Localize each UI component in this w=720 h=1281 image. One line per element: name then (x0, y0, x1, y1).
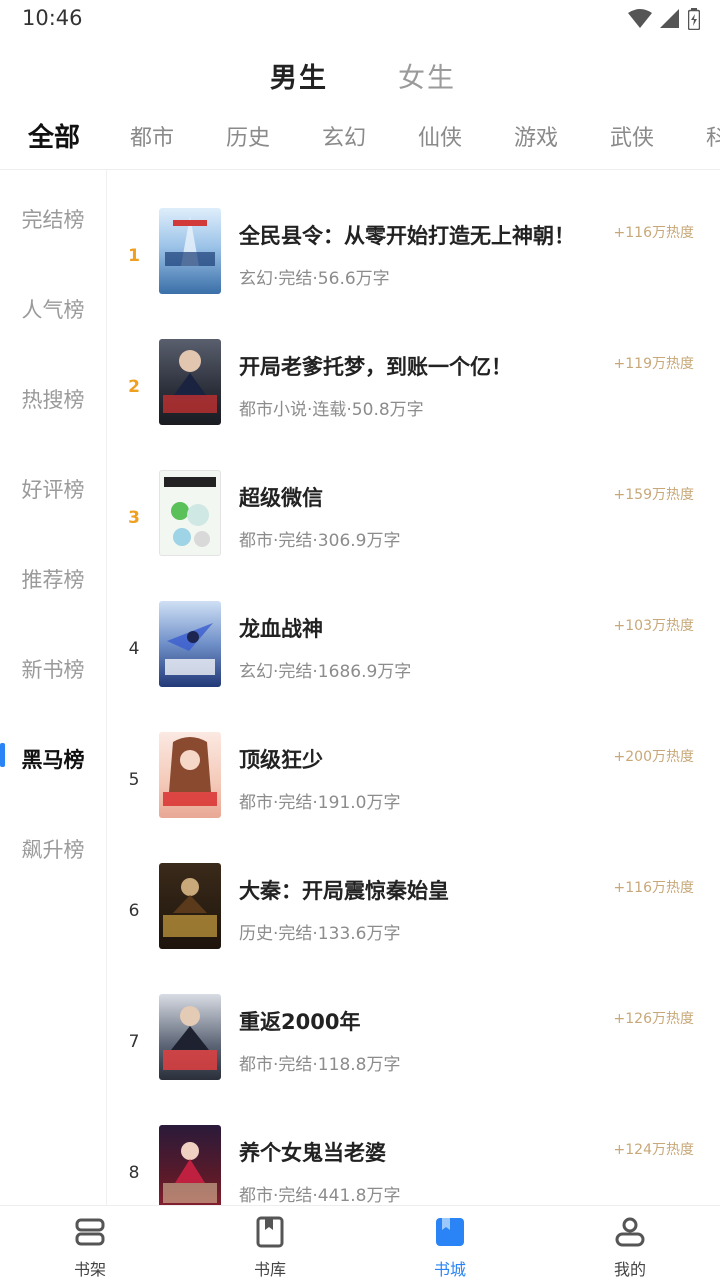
book-row[interactable]: 7 重返2000年 都市·完结·118.8万字 +126万热度 (107, 994, 720, 1125)
library-icon (256, 1216, 284, 1248)
sidebar-item-top-rated[interactable]: 好评榜 (0, 474, 106, 504)
book-meta: 历史·完结·133.6万字 (239, 924, 401, 944)
status-icons (628, 8, 700, 30)
heat-badge: +159万热度 (613, 487, 694, 503)
heat-badge: +124万热度 (613, 1142, 694, 1158)
category-tab-all[interactable]: 全部 (28, 117, 80, 154)
book-row[interactable]: 6 大秦：开局震惊秦始皇 历史·完结·133.6万字 +116万热度 (107, 863, 720, 994)
nav-label: 书架 (73, 1260, 106, 1279)
book-cover[interactable] (159, 470, 221, 556)
rank-number: 8 (128, 1163, 140, 1183)
category-tab-wuxia[interactable]: 武侠 (610, 120, 654, 152)
category-tab-urban[interactable]: 都市 (130, 120, 174, 152)
category-tabs: 全部 都市 历史 玄幻 仙侠 游戏 武侠 科 (0, 116, 720, 160)
book-meta: 玄幻·完结·1686.9万字 (239, 662, 412, 682)
book-title[interactable]: 重返2000年 (239, 1006, 360, 1036)
nav-label: 书库 (253, 1260, 286, 1279)
rank-number: 4 (128, 639, 140, 659)
book-cover[interactable] (159, 1125, 221, 1205)
book-row[interactable]: 3 超级微信 都市·完结·306.9万字 +159万热度 (107, 470, 720, 601)
status-bar: 10:46 (0, 0, 720, 36)
book-title[interactable]: 龙血战神 (239, 613, 323, 643)
book-title[interactable]: 开局老爹托梦，到账一个亿！ (239, 351, 512, 381)
sidebar-item-completed[interactable]: 完结榜 (0, 204, 106, 234)
rank-number: 1 (128, 246, 140, 266)
book-meta: 玄幻·完结·56.6万字 (239, 269, 390, 289)
rank-number: 3 (128, 508, 140, 528)
sidebar-item-rising[interactable]: 飙升榜 (0, 834, 106, 864)
sidebar-item-dark-horse[interactable]: 黑马榜 (0, 744, 106, 774)
book-row[interactable]: 4 龙血战神 玄幻·完结·1686.9万字 +103万热度 (107, 601, 720, 732)
book-cover[interactable] (159, 863, 221, 949)
book-meta: 都市·完结·191.0万字 (239, 793, 401, 813)
nav-item-bookstore[interactable]: 书城 (360, 1206, 540, 1281)
heat-badge: +126万热度 (613, 1011, 694, 1027)
book-row[interactable]: 8 养个女鬼当老婆 都市·完结·441.8万字 +124万热度 (107, 1125, 720, 1205)
category-tab-history[interactable]: 历史 (226, 120, 270, 152)
battery-icon (688, 8, 700, 30)
wifi-icon (628, 9, 652, 28)
book-meta: 都市·完结·306.9万字 (239, 531, 401, 551)
sidebar-item-popular[interactable]: 人气榜 (0, 294, 106, 324)
nav-label: 书城 (433, 1260, 466, 1279)
rank-number: 5 (128, 770, 140, 790)
ranking-sidebar: 完结榜 人气榜 热搜榜 好评榜 推荐榜 新书榜 黑马榜 飙升榜 (0, 170, 106, 1205)
book-cover[interactable] (159, 339, 221, 425)
nav-item-bookshelf[interactable]: 书架 (0, 1206, 180, 1281)
category-tab-game[interactable]: 游戏 (514, 120, 558, 152)
sidebar-item-recommended[interactable]: 推荐榜 (0, 564, 106, 594)
rank-number: 2 (128, 377, 140, 397)
book-row[interactable]: 5 顶级狂少 都市·完结·191.0万字 +200万热度 (107, 732, 720, 863)
book-cover[interactable] (159, 208, 221, 294)
book-title[interactable]: 顶级狂少 (239, 744, 323, 774)
book-meta: 都市·完结·118.8万字 (239, 1055, 401, 1075)
category-tab-fantasy[interactable]: 玄幻 (322, 120, 366, 152)
nav-label: 我的 (613, 1260, 646, 1279)
category-tab-xianxia[interactable]: 仙侠 (418, 120, 462, 152)
bottom-nav: 书架 书库 书城 我的 (0, 1205, 720, 1281)
book-row[interactable]: 2 开局老爹托梦，到账一个亿！ 都市小说·连载·50.8万字 +119万热度 (107, 339, 720, 470)
book-cover[interactable] (159, 732, 221, 818)
rank-number: 7 (128, 1032, 140, 1052)
book-meta: 都市小说·连载·50.8万字 (239, 400, 424, 420)
tab-male[interactable]: 男生 (270, 56, 328, 95)
heat-badge: +116万热度 (613, 225, 694, 241)
book-title[interactable]: 大秦：开局震惊秦始皇 (239, 875, 449, 905)
book-cover[interactable] (159, 994, 221, 1080)
heat-badge: +116万热度 (613, 880, 694, 896)
nav-item-profile[interactable]: 我的 (540, 1206, 720, 1281)
book-cover[interactable] (159, 601, 221, 687)
status-time: 10:46 (22, 6, 83, 30)
heat-badge: +103万热度 (613, 618, 694, 634)
sidebar-item-new-books[interactable]: 新书榜 (0, 654, 106, 684)
profile-icon (615, 1217, 645, 1247)
category-tab-scifi[interactable]: 科 (706, 120, 720, 152)
book-list: 1 全民县令：从零开始打造无上神朝！ 玄幻·完结·56.6万字 +116万热度 … (107, 170, 720, 1205)
tab-female[interactable]: 女生 (398, 56, 456, 95)
gender-tabs: 男生 女生 (0, 56, 720, 100)
book-row[interactable]: 1 全民县令：从零开始打造无上神朝！ 玄幻·完结·56.6万字 +116万热度 (107, 208, 720, 339)
book-title[interactable]: 超级微信 (239, 482, 323, 512)
book-title[interactable]: 养个女鬼当老婆 (239, 1137, 386, 1167)
book-title[interactable]: 全民县令：从零开始打造无上神朝！ (239, 220, 575, 250)
bookshelf-icon (75, 1218, 105, 1246)
rank-number: 6 (128, 901, 140, 921)
heat-badge: +200万热度 (613, 749, 694, 765)
nav-item-library[interactable]: 书库 (180, 1206, 360, 1281)
heat-badge: +119万热度 (613, 356, 694, 372)
book-meta: 都市·完结·441.8万字 (239, 1186, 401, 1205)
signal-icon (660, 9, 679, 28)
sidebar-item-hot-search[interactable]: 热搜榜 (0, 384, 106, 414)
bookstore-icon (436, 1218, 464, 1246)
